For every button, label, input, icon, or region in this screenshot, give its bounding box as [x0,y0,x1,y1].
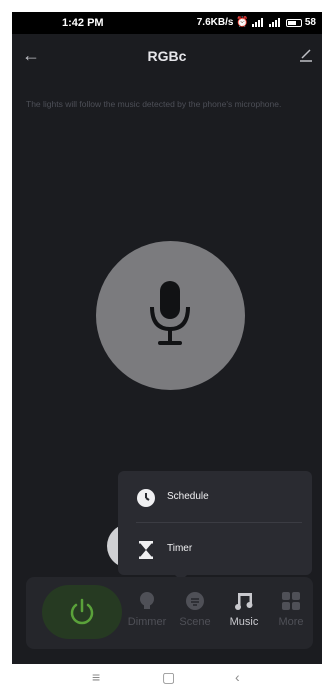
popup-item-timer[interactable]: Timer [118,525,312,575]
microphone-icon [150,281,190,345]
app-header: ← RGBc [12,40,322,72]
grid-icon [281,591,301,611]
home-icon[interactable]: ▢ [162,669,175,686]
edit-icon[interactable] [298,47,314,63]
power-button[interactable] [42,585,122,639]
music-note-icon [234,591,254,611]
popup-item-schedule[interactable]: Schedule [118,473,312,523]
popup-item-label: Schedule [167,491,209,502]
status-time: 1:42 PM [62,17,104,29]
signal-icon-2 [268,18,283,27]
bulb-icon [137,591,157,611]
battery-level: 58 [304,17,316,28]
hourglass-icon [136,540,156,560]
battery-icon [285,18,302,27]
nav-label: Dimmer [127,616,167,628]
more-popup-menu: Schedule Timer [118,471,312,575]
scene-icon [185,591,205,611]
popup-item-label: Timer [167,543,193,554]
microphone-hint: The lights will follow the music detecte… [26,99,282,109]
system-nav-bar: ≡ ▢ ‹ [0,664,333,691]
menu-icon[interactable]: ≡ [92,669,100,685]
network-speed: 7.6KB/s [196,17,234,28]
clock-icon [136,488,156,508]
nav-item-music[interactable]: Music [222,591,266,641]
power-icon [70,598,94,625]
status-icons: 7.6KB/s ⏰ 58 [197,17,316,28]
page-title: RGBc [147,48,187,64]
status-bar: 1:42 PM 7.6KB/s ⏰ 58 [12,12,322,34]
nav-item-dimmer[interactable]: Dimmer [125,591,169,641]
microphone-button[interactable] [96,241,245,390]
nav-item-scene[interactable]: Scene [173,591,217,641]
nav-label: More [278,616,304,628]
nav-item-more[interactable]: More [269,591,313,641]
nav-label: Music [229,616,259,628]
alarm-icon: ⏰ [236,17,249,28]
bottom-control-bar: Dimmer Scene Music More [26,577,313,649]
popup-divider [136,522,302,523]
app-screen: 1:42 PM 7.6KB/s ⏰ 58 ← RGBc The lights w… [12,12,322,664]
signal-icon [251,18,266,27]
back-icon[interactable]: ‹ [235,669,240,685]
nav-label: Scene [179,616,211,628]
